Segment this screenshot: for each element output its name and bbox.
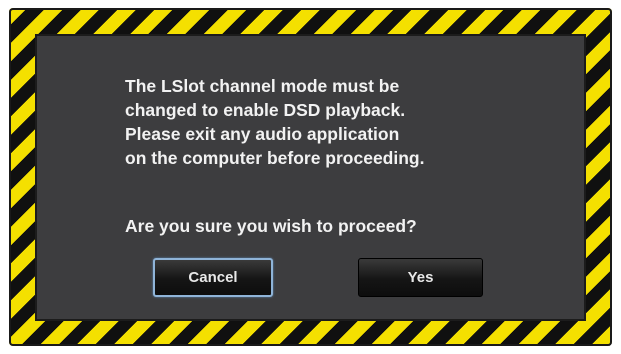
message-line: changed to enable DSD playback. [125,100,406,120]
dialog-message: The LSlot channel mode must be changed t… [125,74,525,170]
cancel-button[interactable]: Cancel [153,258,273,297]
message-line: The LSlot channel mode must be [125,76,400,96]
message-line: Please exit any audio application [125,124,400,144]
confirmation-dialog: The LSlot channel mode must be changed t… [35,34,586,321]
yes-button[interactable]: Yes [358,258,483,297]
message-line: on the computer before proceeding. [125,148,425,168]
dialog-question: Are you sure you wish to proceed? [125,216,417,236]
warning-stripe-border: The LSlot channel mode must be changed t… [9,8,612,346]
